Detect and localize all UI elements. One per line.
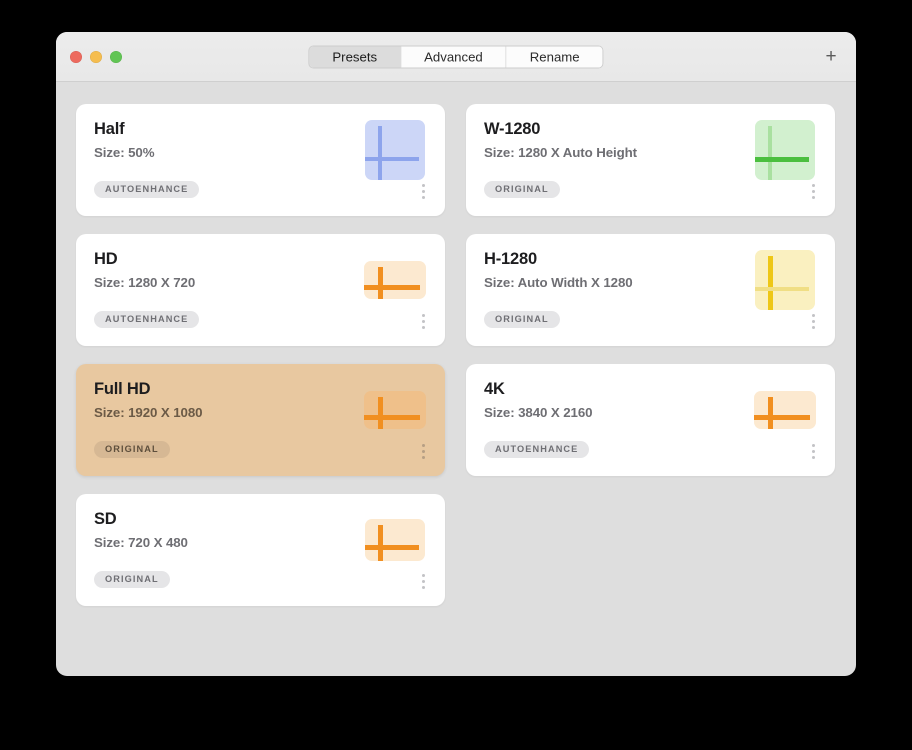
three-dots-vertical-icon <box>811 325 815 329</box>
preset-badge: ORIGINAL <box>484 180 560 198</box>
zoom-window-button[interactable] <box>110 50 122 63</box>
three-dots-vertical-icon <box>811 443 815 447</box>
tab-presets[interactable]: Presets <box>309 46 402 67</box>
minimize-window-button[interactable] <box>90 50 102 63</box>
preset-thumbnail <box>753 248 817 312</box>
three-dots-vertical-icon <box>811 449 815 453</box>
thumbnail-canvas-icon <box>365 519 425 561</box>
three-dots-vertical-icon <box>421 325 425 329</box>
three-dots-vertical-icon <box>811 189 815 193</box>
thumbnail-horizontal-line-icon <box>364 285 420 290</box>
thumbnail-horizontal-line-icon <box>365 157 419 161</box>
thumbnail-vertical-line-icon <box>378 525 383 561</box>
preset-more-options-button[interactable] <box>415 310 431 332</box>
three-dots-vertical-icon <box>421 579 425 583</box>
preset-card[interactable]: H-1280 Size: Auto Width X 1280 ORIGINAL <box>466 234 835 346</box>
thumbnail-canvas-icon <box>364 261 426 299</box>
preset-thumbnail <box>363 248 427 312</box>
preset-more-options-button[interactable] <box>415 180 431 202</box>
preset-thumbnail <box>363 508 427 572</box>
three-dots-vertical-icon <box>421 449 425 453</box>
add-preset-button[interactable]: + <box>820 46 842 68</box>
thumbnail-canvas-icon <box>754 391 816 429</box>
thumbnail-horizontal-line-icon <box>754 415 810 420</box>
thumbnail-vertical-line-icon <box>378 267 383 299</box>
content-area: Half Size: 50% AUTOENHANCE W-1280 Size: 1280… <box>56 82 856 676</box>
preset-card[interactable]: 4K Size: 3840 X 2160 AUTOENHANCE <box>466 364 835 476</box>
preset-more-options-button[interactable] <box>805 440 821 462</box>
thumbnail-vertical-line-icon <box>768 126 772 180</box>
preset-more-options-button[interactable] <box>415 440 431 462</box>
thumbnail-canvas-icon <box>365 120 425 180</box>
preset-thumbnail <box>753 118 817 182</box>
three-dots-vertical-icon <box>421 573 425 577</box>
three-dots-vertical-icon <box>421 443 425 447</box>
preset-badge: AUTOENHANCE <box>94 310 200 328</box>
preset-grid: Half Size: 50% AUTOENHANCE W-1280 Size: 1280… <box>76 104 836 606</box>
thumbnail-vertical-line-icon <box>378 397 383 429</box>
preset-thumbnail <box>753 378 817 442</box>
traffic-lights <box>70 50 122 63</box>
preset-badge: ORIGINAL <box>94 570 170 588</box>
thumbnail-horizontal-line-icon <box>365 545 419 550</box>
three-dots-vertical-icon <box>421 183 425 187</box>
thumbnail-vertical-line-icon <box>768 397 773 429</box>
tab-rename[interactable]: Rename <box>506 46 603 67</box>
three-dots-vertical-icon <box>811 455 815 459</box>
preset-more-options-button[interactable] <box>415 570 431 592</box>
three-dots-vertical-icon <box>811 195 815 199</box>
three-dots-vertical-icon <box>811 183 815 187</box>
three-dots-vertical-icon <box>421 455 425 459</box>
preset-badge: AUTOENHANCE <box>484 440 590 458</box>
preset-card[interactable]: Full HD Size: 1920 X 1080 ORIGINAL <box>76 364 445 476</box>
thumbnail-horizontal-line-icon <box>364 415 420 420</box>
close-window-button[interactable] <box>70 50 82 63</box>
thumbnail-canvas-icon <box>755 250 815 310</box>
thumbnail-canvas-icon <box>755 120 815 180</box>
preset-more-options-button[interactable] <box>805 310 821 332</box>
preset-badge: AUTOENHANCE <box>94 180 200 198</box>
tab-segmented-control[interactable]: Presets Advanced Rename <box>308 45 604 68</box>
three-dots-vertical-icon <box>421 313 425 317</box>
preset-more-options-button[interactable] <box>805 180 821 202</box>
three-dots-vertical-icon <box>421 195 425 199</box>
three-dots-vertical-icon <box>421 319 425 323</box>
preset-card[interactable]: HD Size: 1280 X 720 AUTOENHANCE <box>76 234 445 346</box>
thumbnail-canvas-icon <box>364 391 426 429</box>
thumbnail-vertical-line-icon <box>378 126 382 180</box>
plus-icon: + <box>825 46 837 67</box>
titlebar: Presets Advanced Rename + <box>56 32 856 82</box>
preset-card[interactable]: Half Size: 50% AUTOENHANCE <box>76 104 445 216</box>
three-dots-vertical-icon <box>421 189 425 193</box>
thumbnail-horizontal-line-icon <box>755 287 809 291</box>
preset-card[interactable]: SD Size: 720 X 480 ORIGINAL <box>76 494 445 606</box>
preset-badge: ORIGINAL <box>94 440 170 458</box>
thumbnail-horizontal-line-icon <box>755 157 809 162</box>
app-window: Presets Advanced Rename + Half Size: 50% A… <box>56 32 856 676</box>
three-dots-vertical-icon <box>811 319 815 323</box>
tab-advanced[interactable]: Advanced <box>401 46 507 67</box>
three-dots-vertical-icon <box>421 585 425 589</box>
preset-thumbnail <box>363 378 427 442</box>
three-dots-vertical-icon <box>811 313 815 317</box>
preset-thumbnail <box>363 118 427 182</box>
thumbnail-vertical-line-icon <box>768 256 773 310</box>
preset-badge: ORIGINAL <box>484 310 560 328</box>
preset-card[interactable]: W-1280 Size: 1280 X Auto Height ORIGINAL <box>466 104 835 216</box>
